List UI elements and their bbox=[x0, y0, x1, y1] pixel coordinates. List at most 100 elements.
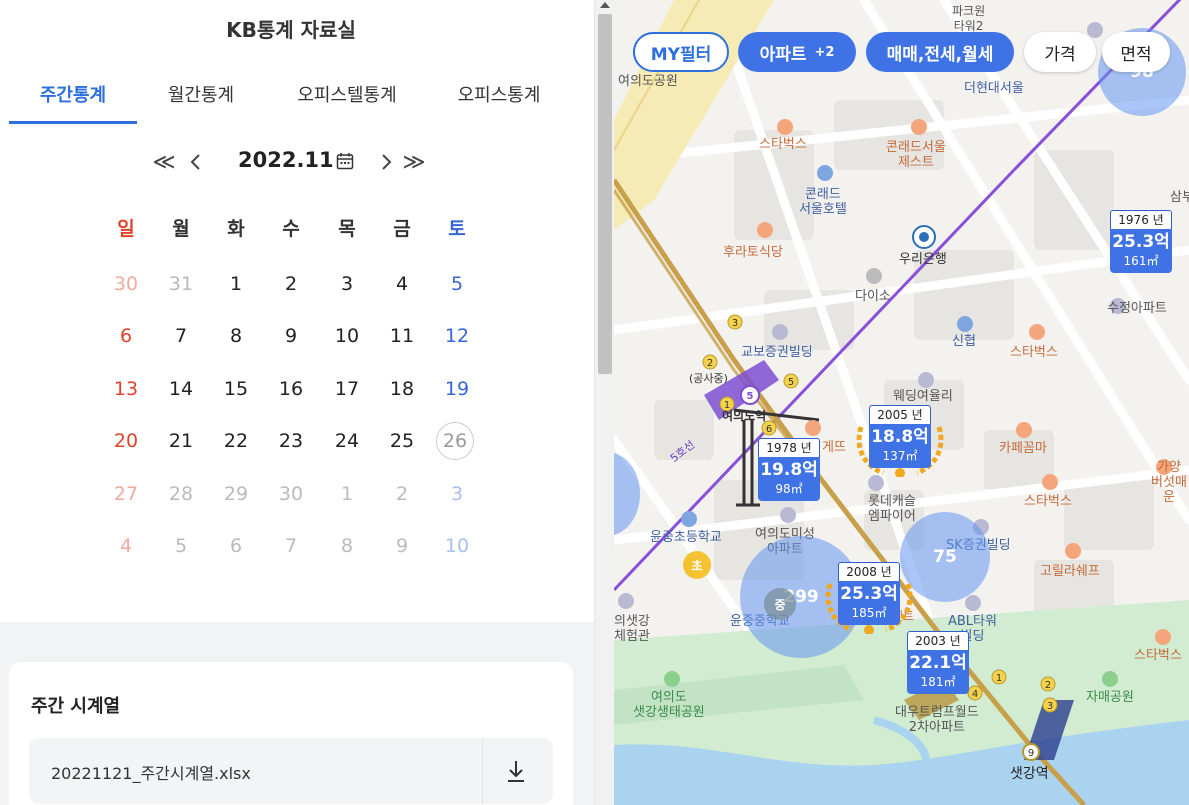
calendar-day[interactable]: 17 bbox=[327, 371, 367, 407]
panel-title: KB통계 자료실 bbox=[226, 18, 356, 42]
calendar-day[interactable]: 4 bbox=[382, 266, 422, 302]
svg-text:3: 3 bbox=[732, 318, 738, 329]
calendar-day[interactable]: 15 bbox=[216, 371, 256, 407]
label-yeouido-park: 여의도공원 bbox=[618, 74, 678, 89]
apt-marker-2008[interactable]: 2008 년 25.3억 185㎡ bbox=[825, 562, 913, 634]
svg-text:1: 1 bbox=[996, 673, 1002, 684]
calendar-day[interactable]: 4 bbox=[106, 528, 146, 564]
file-row[interactable]: 20221121_주간시계열.xlsx bbox=[29, 738, 553, 804]
label-kyobo: 교보증권빌딩 bbox=[741, 345, 813, 360]
calendar-day[interactable]: 31 bbox=[161, 266, 201, 302]
calendar-day[interactable]: 3 bbox=[437, 476, 477, 512]
marker-price: 19.8억 bbox=[760, 460, 818, 480]
calendar-day[interactable]: 6 bbox=[216, 528, 256, 564]
label-jamae-park: 자매공원 bbox=[1086, 690, 1134, 705]
calendar-day[interactable]: 1 bbox=[327, 476, 367, 512]
apartment-filter-button[interactable]: 아파트 +2 bbox=[738, 32, 856, 72]
calendar-day[interactable]: 6 bbox=[106, 318, 146, 354]
stats-panel: KB통계 자료실 주간통계 월간통계 오피스텔통계 오피스통계 ≪ 2022.1… bbox=[0, 0, 594, 805]
apt-marker-2003[interactable]: 2003 년 22.1억 181㎡ bbox=[907, 631, 969, 697]
calendar-day[interactable]: 28 bbox=[161, 476, 201, 512]
marker-year: 2003 년 bbox=[907, 631, 969, 651]
calendar-day[interactable]: 9 bbox=[271, 318, 311, 354]
marker-box: 19.8억 98㎡ bbox=[758, 457, 820, 501]
label-daewoo-trump: 대우트럼프월드 2차아파트 bbox=[895, 705, 979, 735]
calendar-day[interactable]: 29 bbox=[216, 476, 256, 512]
tab-weekly[interactable]: 주간통계 bbox=[9, 72, 137, 124]
label-conrad-zest: 콘래드서울 제스트 bbox=[886, 140, 946, 170]
label-wedding: 웨딩여율리 bbox=[893, 389, 953, 404]
calendar-day[interactable]: 27 bbox=[106, 476, 146, 512]
tab-officetel[interactable]: 오피스텔통계 bbox=[265, 72, 429, 124]
map-view[interactable]: 3 2 5 1 6 1 2 3 4 9 5 여의도공원 더현대서울 파크원 타워… bbox=[614, 0, 1189, 805]
calendar-day[interactable]: 13 bbox=[106, 371, 146, 407]
calendar-day[interactable]: 10 bbox=[437, 528, 477, 564]
area-filter-button[interactable]: 면적 bbox=[1102, 32, 1170, 72]
calendar-icon[interactable] bbox=[336, 152, 354, 170]
calendar-day[interactable]: 8 bbox=[327, 528, 367, 564]
calendar-day[interactable]: 30 bbox=[106, 266, 146, 302]
tab-office[interactable]: 오피스통계 bbox=[429, 72, 569, 124]
svg-text:5: 5 bbox=[747, 391, 754, 402]
calendar-day[interactable]: 16 bbox=[271, 371, 311, 407]
calendar-day[interactable]: 5 bbox=[437, 266, 477, 302]
scroll-thumb[interactable] bbox=[598, 14, 612, 374]
tab-monthly[interactable]: 월간통계 bbox=[137, 72, 265, 124]
prev-month-button[interactable] bbox=[182, 144, 210, 180]
calendar-day[interactable]: 8 bbox=[216, 318, 256, 354]
calendar-day[interactable]: 19 bbox=[437, 371, 477, 407]
svg-text:9: 9 bbox=[1028, 748, 1034, 759]
calendar-day[interactable]: 7 bbox=[161, 318, 201, 354]
calendar-day[interactable]: 2 bbox=[382, 476, 422, 512]
prev-year-button[interactable]: ≪ bbox=[150, 144, 178, 180]
weekday-header: 화 bbox=[227, 218, 245, 240]
calendar-day[interactable]: 7 bbox=[271, 528, 311, 564]
marker-price: 22.1억 bbox=[909, 653, 967, 673]
next-month-button[interactable] bbox=[372, 144, 400, 180]
apartment-filter-count: +2 bbox=[814, 44, 835, 60]
calendar-day[interactable]: 22 bbox=[216, 423, 256, 459]
apt-marker-1978[interactable]: 1978 년 19.8억 98㎡ bbox=[758, 438, 820, 504]
label-woori-bank: 우리은행 bbox=[899, 252, 947, 267]
calendar-day[interactable]: 25 bbox=[382, 423, 422, 459]
calendar-day[interactable]: 10 bbox=[327, 318, 367, 354]
svg-text:5: 5 bbox=[788, 377, 794, 388]
next-year-button[interactable]: ≫ bbox=[400, 144, 428, 180]
calendar-day[interactable]: 3 bbox=[327, 266, 367, 302]
calendar-day-selected[interactable]: 26 bbox=[436, 422, 474, 460]
svg-text:3: 3 bbox=[1047, 701, 1053, 712]
apt-marker-1976[interactable]: 1976 년 25.3억 161㎡ bbox=[1110, 210, 1172, 276]
calendar-day[interactable]: 9 bbox=[382, 528, 422, 564]
calendar-day[interactable]: 5 bbox=[161, 528, 201, 564]
label-getto: 게뜨 bbox=[822, 440, 846, 455]
calendar-day[interactable]: 12 bbox=[437, 318, 477, 354]
panel-scrollbar[interactable] bbox=[594, 0, 614, 805]
download-icon[interactable] bbox=[501, 756, 531, 786]
my-filter-button[interactable]: MY필터 bbox=[633, 32, 729, 72]
calendar-day[interactable]: 21 bbox=[161, 423, 201, 459]
apartment-filter-label: 아파트 bbox=[759, 44, 807, 65]
calendar-day[interactable]: 2 bbox=[271, 266, 311, 302]
calendar-day[interactable]: 24 bbox=[327, 423, 367, 459]
marker-price: 18.8억 bbox=[871, 427, 929, 447]
chevron-left-icon bbox=[190, 154, 200, 170]
calendar-day[interactable]: 20 bbox=[106, 423, 146, 459]
label-starbucks-4: 스타벅스 bbox=[1134, 648, 1182, 663]
apt-marker-2005[interactable]: 2005 년 18.8억 137㎡ bbox=[856, 405, 944, 477]
calendar-day[interactable]: 1 bbox=[216, 266, 256, 302]
scroll-up-arrow-icon[interactable] bbox=[600, 2, 610, 8]
timeseries-card: 주간 시계열 20221121_주간시계열.xlsx bbox=[9, 662, 573, 805]
calendar-day[interactable]: 14 bbox=[161, 371, 201, 407]
price-filter-button[interactable]: 가격 bbox=[1024, 32, 1096, 72]
calendar-day[interactable]: 11 bbox=[382, 318, 422, 354]
marker-area: 185㎡ bbox=[851, 606, 887, 620]
label-yeouido-station: 여의도역 bbox=[722, 409, 767, 423]
marker-year: 1976 년 bbox=[1110, 210, 1172, 230]
calendar-day[interactable]: 23 bbox=[271, 423, 311, 459]
calendar-day[interactable]: 30 bbox=[271, 476, 311, 512]
trade-type-filter-button[interactable]: 매매,전세,월세 bbox=[866, 32, 1014, 72]
label-hyundai-seoul: 더현대서울 bbox=[964, 81, 1024, 96]
calendar-day[interactable]: 18 bbox=[382, 371, 422, 407]
weekday-header: 목 bbox=[338, 218, 356, 240]
label-suzung-apt: 수정아파트 bbox=[1107, 301, 1167, 316]
